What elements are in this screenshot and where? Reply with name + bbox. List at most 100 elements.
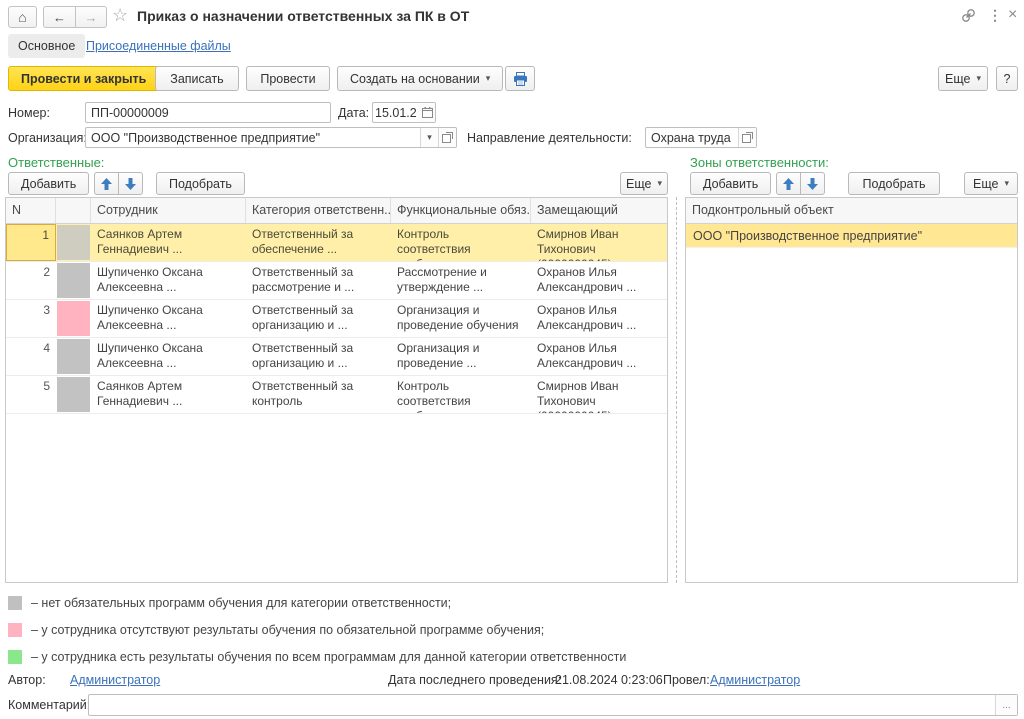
tab-attached-files[interactable]: Присоединенные файлы (82, 34, 235, 58)
organization-label: Организация: (8, 131, 87, 145)
organization-input[interactable] (86, 128, 420, 147)
green-swatch-icon (8, 650, 22, 664)
responsibles-table-header: N Сотрудник Категория ответственн... Фун… (6, 198, 667, 224)
duties-cell: Контроль соответствия требованиям ... (391, 224, 531, 261)
employee-cell: Шупиченко Оксана Алексеевна ... (91, 300, 246, 337)
date-input[interactable] (373, 103, 419, 122)
favorite-star-icon[interactable]: ☆ (112, 5, 128, 26)
deputy-cell: Смирнов Иван Тихонович (0000000045) (531, 376, 667, 413)
organization-field-wrap: ▾ (85, 127, 457, 148)
duties-cell: Организация и проведение ... (391, 338, 531, 375)
category-cell: Ответственный за контроль соответствия..… (246, 376, 391, 413)
form-more-button[interactable]: Еще ▾ (938, 66, 988, 91)
deputy-cell: Охранов Илья Александрович ... (531, 262, 667, 299)
category-cell: Ответственный за организацию и ... (246, 300, 391, 337)
zones-title: Зоны ответственности: (690, 155, 829, 170)
zones-move-group (776, 172, 825, 195)
author-link[interactable]: Администратор (70, 673, 160, 687)
legend-item-green: – у сотрудника есть результаты обучения … (8, 650, 626, 664)
number-field-wrap (85, 102, 331, 123)
employee-cell: Саянков Артем Геннадиевич ... (91, 376, 246, 413)
zones-more-button[interactable]: Еще ▾ (964, 172, 1018, 195)
close-icon[interactable]: × (1008, 6, 1017, 24)
training-indicator (57, 301, 90, 336)
zones-add-button[interactable]: Добавить (690, 172, 771, 195)
calendar-icon[interactable] (419, 103, 435, 122)
activity-field-wrap (645, 127, 757, 148)
number-label: Номер: (8, 106, 50, 120)
zones-table: Подконтрольный объект ООО "Производствен… (685, 197, 1018, 583)
table-row[interactable]: 4 Шупиченко Оксана Алексеевна ... Ответс… (6, 338, 667, 376)
deputy-cell: Смирнов Иван Тихонович (0000000045) (531, 224, 667, 261)
chevron-down-icon: ▾ (1004, 179, 1009, 188)
category-cell: Ответственный за организацию и ... (246, 338, 391, 375)
responsibles-move-down-button[interactable] (118, 172, 143, 195)
deputy-cell: Охранов Илья Александрович ... (531, 338, 667, 375)
zones-move-up-button[interactable] (776, 172, 801, 195)
forward-icon: → (85, 10, 98, 25)
object-cell: ООО "Производственное предприятие" (686, 229, 929, 243)
employee-cell: Шупиченко Оксана Алексеевна ... (91, 262, 246, 299)
comment-expand-button[interactable]: ... (995, 695, 1017, 715)
get-link-icon[interactable] (961, 8, 976, 23)
arrow-down-icon (807, 178, 818, 190)
last-posted-value: 21.08.2024 0:23:06 (555, 673, 663, 687)
activity-open-button[interactable] (738, 128, 756, 147)
create-based-on-button[interactable]: Создать на основании ▾ (337, 66, 503, 91)
responsibles-table: N Сотрудник Категория ответственн... Фун… (5, 197, 668, 583)
column-header-indicator[interactable] (56, 198, 91, 223)
help-button[interactable]: ? (996, 66, 1018, 91)
comment-input[interactable] (89, 695, 995, 715)
back-button[interactable]: ← (44, 6, 75, 28)
training-indicator (57, 377, 90, 412)
chevron-down-icon: ▾ (427, 133, 432, 142)
tab-main[interactable]: Основное (8, 34, 85, 58)
more-menu-icon[interactable]: ⋮ (988, 7, 1002, 24)
home-icon: ⌂ (18, 9, 26, 25)
arrow-down-icon (125, 178, 136, 190)
page-title: Приказ о назначении ответственных за ПК … (137, 8, 469, 24)
document-window: ⌂ ← → ☆ Приказ о назначении ответственны… (0, 0, 1024, 719)
date-label: Дата: (338, 106, 369, 120)
responsibles-pick-button[interactable]: Подобрать (156, 172, 245, 195)
table-row[interactable]: 1 Саянков Артем Геннадиевич ... Ответств… (6, 224, 667, 262)
posted-by-link[interactable]: Администратор (710, 673, 800, 687)
open-icon (442, 132, 453, 143)
responsibles-more-button[interactable]: Еще ▾ (620, 172, 668, 195)
column-header-category[interactable]: Категория ответственн... (246, 198, 391, 223)
print-button[interactable] (505, 66, 535, 91)
legend-item-pink: – у сотрудника отсутствуют результаты об… (8, 623, 544, 637)
organization-dropdown-button[interactable]: ▾ (420, 128, 438, 147)
back-icon: ← (53, 10, 66, 25)
open-icon (742, 132, 753, 143)
responsibles-move-up-button[interactable] (94, 172, 119, 195)
chevron-down-icon: ▾ (976, 74, 981, 83)
column-header-employee[interactable]: Сотрудник (91, 198, 246, 223)
post-and-close-button[interactable]: Провести и закрыть (8, 66, 159, 91)
print-icon (513, 72, 528, 86)
home-button[interactable]: ⌂ (8, 6, 37, 28)
number-input[interactable] (86, 103, 330, 122)
employee-cell: Саянков Артем Геннадиевич ... (91, 224, 246, 261)
activity-input[interactable] (646, 128, 738, 147)
table-row[interactable]: 3 Шупиченко Оксана Алексеевна ... Ответс… (6, 300, 667, 338)
panel-splitter[interactable] (676, 197, 677, 583)
column-header-deputy[interactable]: Замещающий (531, 198, 667, 223)
training-indicator (57, 263, 90, 298)
zones-pick-button[interactable]: Подобрать (848, 172, 940, 195)
column-header-n[interactable]: N (6, 198, 56, 223)
link-icon (961, 8, 976, 23)
post-button[interactable]: Провести (246, 66, 330, 91)
training-indicator (57, 225, 90, 260)
author-label: Автор: (8, 673, 46, 687)
table-row[interactable]: ООО "Производственное предприятие" (686, 224, 1017, 248)
write-button[interactable]: Записать (155, 66, 239, 91)
responsibles-add-button[interactable]: Добавить (8, 172, 89, 195)
table-row[interactable]: 5 Саянков Артем Геннадиевич ... Ответств… (6, 376, 667, 414)
zones-move-down-button[interactable] (800, 172, 825, 195)
column-header-duties[interactable]: Функциональные обяз... (391, 198, 531, 223)
column-header-object[interactable]: Подконтрольный объект (686, 198, 1017, 223)
forward-button[interactable]: → (75, 6, 106, 28)
table-row[interactable]: 2 Шупиченко Оксана Алексеевна ... Ответс… (6, 262, 667, 300)
organization-open-button[interactable] (438, 128, 456, 147)
